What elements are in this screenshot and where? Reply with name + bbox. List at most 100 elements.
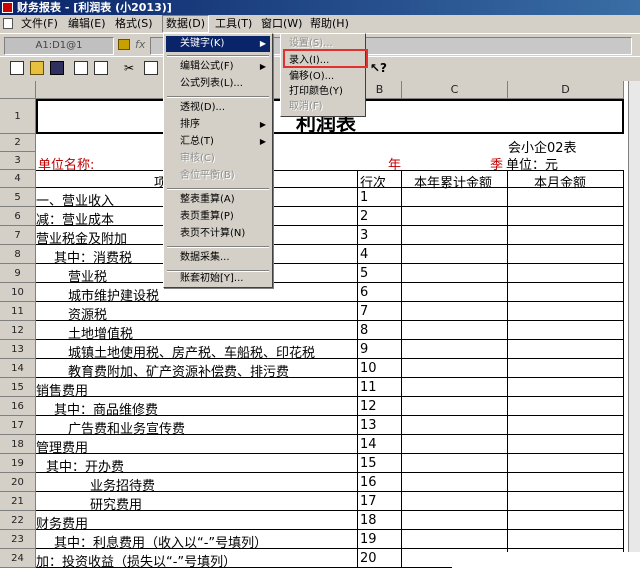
menu-window[interactable]: 窗口(W) [258, 16, 305, 32]
copy-icon[interactable] [144, 61, 158, 75]
row-header[interactable]: 9 [0, 264, 36, 283]
ytd-amount-cell[interactable] [402, 473, 508, 492]
row-header[interactable]: 22 [0, 511, 36, 530]
row-header[interactable]: 23 [0, 530, 36, 549]
month-amount-cell[interactable] [508, 511, 624, 530]
month-amount-cell[interactable] [508, 378, 624, 397]
submenu-item-cancel[interactable]: 取消(F) [283, 99, 363, 115]
menu-item-audit[interactable]: 审核(C) [166, 151, 270, 167]
vertical-scrollbar[interactable] [628, 81, 640, 576]
menu-item-rounding-balance[interactable]: 舍位平衡(B) [166, 168, 270, 184]
menu-edit[interactable]: 编辑(E) [65, 16, 109, 32]
menu-item-formula-list[interactable]: 公式列表(L)... [166, 76, 270, 92]
menu-data[interactable]: 数据(D) [162, 15, 210, 33]
row-header[interactable]: 21 [0, 492, 36, 511]
month-amount-cell[interactable] [508, 321, 624, 340]
row-header[interactable]: 20 [0, 473, 36, 492]
row-header[interactable]: 10 [0, 283, 36, 302]
menu-item-recalc-page[interactable]: 表页重算(P) [166, 209, 270, 225]
ytd-amount-cell[interactable] [402, 245, 508, 264]
menu-item-recalc-table[interactable]: 整表重算(A) [166, 192, 270, 208]
save-icon[interactable] [50, 61, 64, 75]
menu-item-data-collect[interactable]: 数据采集... [166, 250, 270, 266]
row-header[interactable]: 13 [0, 340, 36, 359]
row-header[interactable]: 3 [0, 152, 36, 170]
month-amount-cell[interactable] [508, 226, 624, 245]
month-amount-cell[interactable] [508, 416, 624, 435]
menu-tools[interactable]: 工具(T) [212, 16, 255, 32]
print-preview-icon[interactable] [94, 61, 108, 75]
context-help-icon[interactable]: ↖? [370, 61, 387, 75]
open-folder-icon[interactable] [30, 61, 44, 75]
column-header-c[interactable]: C [402, 81, 508, 99]
menu-item-no-calc-page[interactable]: 表页不计算(N) [166, 226, 270, 242]
menu-item-keyword[interactable]: 关键字(K) ▶ [166, 36, 270, 52]
row-header[interactable]: 12 [0, 321, 36, 340]
month-amount-cell[interactable] [508, 359, 624, 378]
menu-file[interactable]: 文件(F) [18, 16, 61, 32]
row-header[interactable]: 2 [0, 134, 36, 152]
column-header-d[interactable]: D [508, 81, 624, 99]
month-amount-cell[interactable] [508, 454, 624, 473]
row-header[interactable]: 11 [0, 302, 36, 321]
ytd-amount-cell[interactable] [402, 416, 508, 435]
new-file-icon[interactable] [10, 61, 24, 75]
ytd-amount-cell[interactable] [402, 435, 508, 454]
row-header[interactable]: 8 [0, 245, 36, 264]
ytd-amount-cell[interactable] [402, 359, 508, 378]
month-amount-cell[interactable] [508, 207, 624, 226]
submenu-item-print-color[interactable]: 打印颜色(Y) [283, 84, 363, 100]
row-header[interactable]: 16 [0, 397, 36, 416]
menu-help[interactable]: 帮助(H) [307, 16, 352, 32]
row-header[interactable]: 4 [0, 170, 36, 188]
ytd-amount-cell[interactable] [402, 188, 508, 207]
month-amount-cell[interactable] [508, 435, 624, 454]
month-amount-cell[interactable] [508, 397, 624, 416]
month-amount-cell[interactable] [508, 188, 624, 207]
ytd-amount-cell[interactable] [402, 511, 508, 530]
menu-item-sort[interactable]: 排序 ▶ [166, 117, 270, 133]
menu-item-account-init[interactable]: 账套初始[Y]... [166, 271, 270, 287]
ytd-amount-cell[interactable] [402, 378, 508, 397]
row-header[interactable]: 15 [0, 378, 36, 397]
ytd-amount-cell[interactable] [402, 454, 508, 473]
ytd-amount-cell[interactable] [402, 397, 508, 416]
month-amount-cell[interactable] [508, 245, 624, 264]
month-amount-cell[interactable] [508, 492, 624, 511]
cell-reference-box[interactable]: A1:D1@1 [4, 37, 114, 55]
ytd-amount-cell[interactable] [402, 207, 508, 226]
menu-item-summary[interactable]: 汇总(T) ▶ [166, 134, 270, 150]
ytd-amount-cell[interactable] [402, 283, 508, 302]
row-header[interactable]: 24 [0, 549, 36, 568]
row-header[interactable]: 1 [0, 99, 36, 134]
ytd-amount-cell[interactable] [402, 530, 508, 549]
document-icon[interactable] [3, 18, 13, 29]
ytd-amount-cell[interactable] [402, 264, 508, 283]
row-header[interactable]: 14 [0, 359, 36, 378]
menu-item-pivot[interactable]: 透视(D)... [166, 100, 270, 116]
row-header[interactable]: 6 [0, 207, 36, 226]
function-icon[interactable] [118, 39, 130, 50]
row-header[interactable]: 5 [0, 188, 36, 207]
month-amount-cell[interactable] [508, 530, 624, 549]
month-amount-cell[interactable] [508, 302, 624, 321]
fx-icon[interactable]: fx [135, 38, 145, 51]
menu-item-edit-formula[interactable]: 编辑公式(F) ▶ [166, 59, 270, 75]
month-amount-cell[interactable] [508, 340, 624, 359]
print-icon[interactable] [74, 61, 88, 75]
row-header[interactable]: 19 [0, 454, 36, 473]
ytd-amount-cell[interactable] [402, 321, 508, 340]
row-header[interactable]: 18 [0, 435, 36, 454]
row-header[interactable]: 17 [0, 416, 36, 435]
month-amount-cell[interactable] [508, 264, 624, 283]
ytd-amount-cell[interactable] [402, 492, 508, 511]
cut-icon[interactable]: ✂ [122, 61, 136, 75]
month-amount-cell[interactable] [508, 283, 624, 302]
month-amount-cell[interactable] [508, 473, 624, 492]
spreadsheet[interactable]: A B C D 12345678910111213141516171819202… [0, 81, 628, 576]
ytd-amount-cell[interactable] [402, 302, 508, 321]
ytd-amount-cell[interactable] [402, 340, 508, 359]
select-all-corner[interactable] [0, 81, 36, 99]
menu-format[interactable]: 格式(S) [112, 16, 156, 32]
ytd-amount-cell[interactable] [402, 226, 508, 245]
